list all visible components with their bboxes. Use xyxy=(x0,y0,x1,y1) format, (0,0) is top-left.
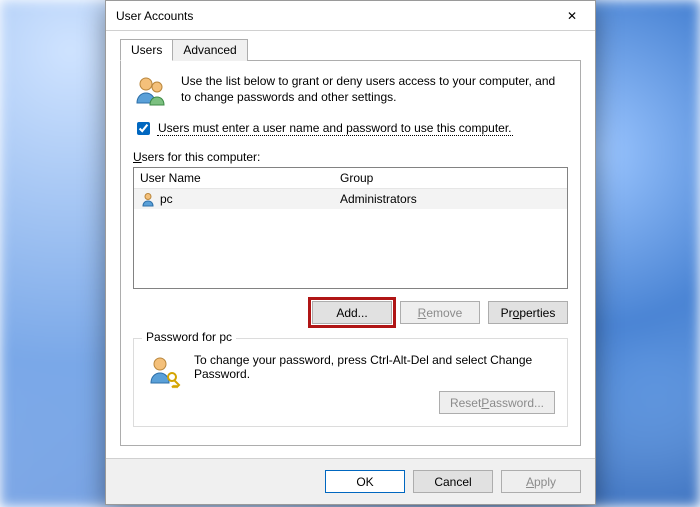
tab-advanced[interactable]: Advanced xyxy=(172,39,247,61)
cancel-button[interactable]: Cancel xyxy=(413,470,493,493)
intro-text: Use the list below to grant or deny user… xyxy=(181,73,568,109)
list-cell-name: pc xyxy=(160,192,173,206)
user-row-icon xyxy=(140,191,156,207)
close-icon: ✕ xyxy=(567,9,577,23)
col-header-group[interactable]: Group xyxy=(334,168,567,188)
user-buttons-row: Add... Remove Properties xyxy=(133,301,568,324)
list-header: User Name Group xyxy=(134,168,567,189)
add-button[interactable]: Add... xyxy=(312,301,392,324)
dialog-body: Users Advanced Use the list below to gra… xyxy=(106,31,595,458)
key-user-icon xyxy=(146,353,182,389)
ok-button[interactable]: OK xyxy=(325,470,405,493)
dialog-footer: OK Cancel Apply xyxy=(106,458,595,504)
properties-button[interactable]: Properties xyxy=(488,301,568,324)
col-header-username[interactable]: User Name xyxy=(134,168,334,188)
require-login-checkbox[interactable] xyxy=(137,122,150,135)
users-listbox[interactable]: User Name Group pc Administrators xyxy=(133,167,568,289)
require-login-label[interactable]: Users must enter a user name and passwor… xyxy=(157,121,513,136)
require-login-row: Users must enter a user name and passwor… xyxy=(133,119,568,138)
tab-panel-users: Use the list below to grant or deny user… xyxy=(120,60,581,446)
remove-button: Remove xyxy=(400,301,480,324)
users-list-label: Users for this computer: xyxy=(133,150,568,164)
user-accounts-dialog: User Accounts ✕ Users Advanced Use the l xyxy=(105,0,596,505)
tab-users[interactable]: Users xyxy=(120,39,173,61)
list-cell-group: Administrators xyxy=(334,190,567,208)
close-button[interactable]: ✕ xyxy=(549,1,595,31)
intro-row: Use the list below to grant or deny user… xyxy=(133,73,568,109)
reset-password-button: Reset Password... xyxy=(439,391,555,414)
window-title: User Accounts xyxy=(116,9,549,23)
tabstrip: Users Advanced xyxy=(120,39,581,61)
password-legend: Password for pc xyxy=(142,330,236,344)
password-text: To change your password, press Ctrl-Alt-… xyxy=(194,353,555,381)
apply-button: Apply xyxy=(501,470,581,493)
users-icon xyxy=(133,73,169,109)
password-groupbox: Password for pc To change your password,… xyxy=(133,338,568,427)
list-row[interactable]: pc Administrators xyxy=(134,189,567,209)
titlebar: User Accounts ✕ xyxy=(106,1,595,31)
